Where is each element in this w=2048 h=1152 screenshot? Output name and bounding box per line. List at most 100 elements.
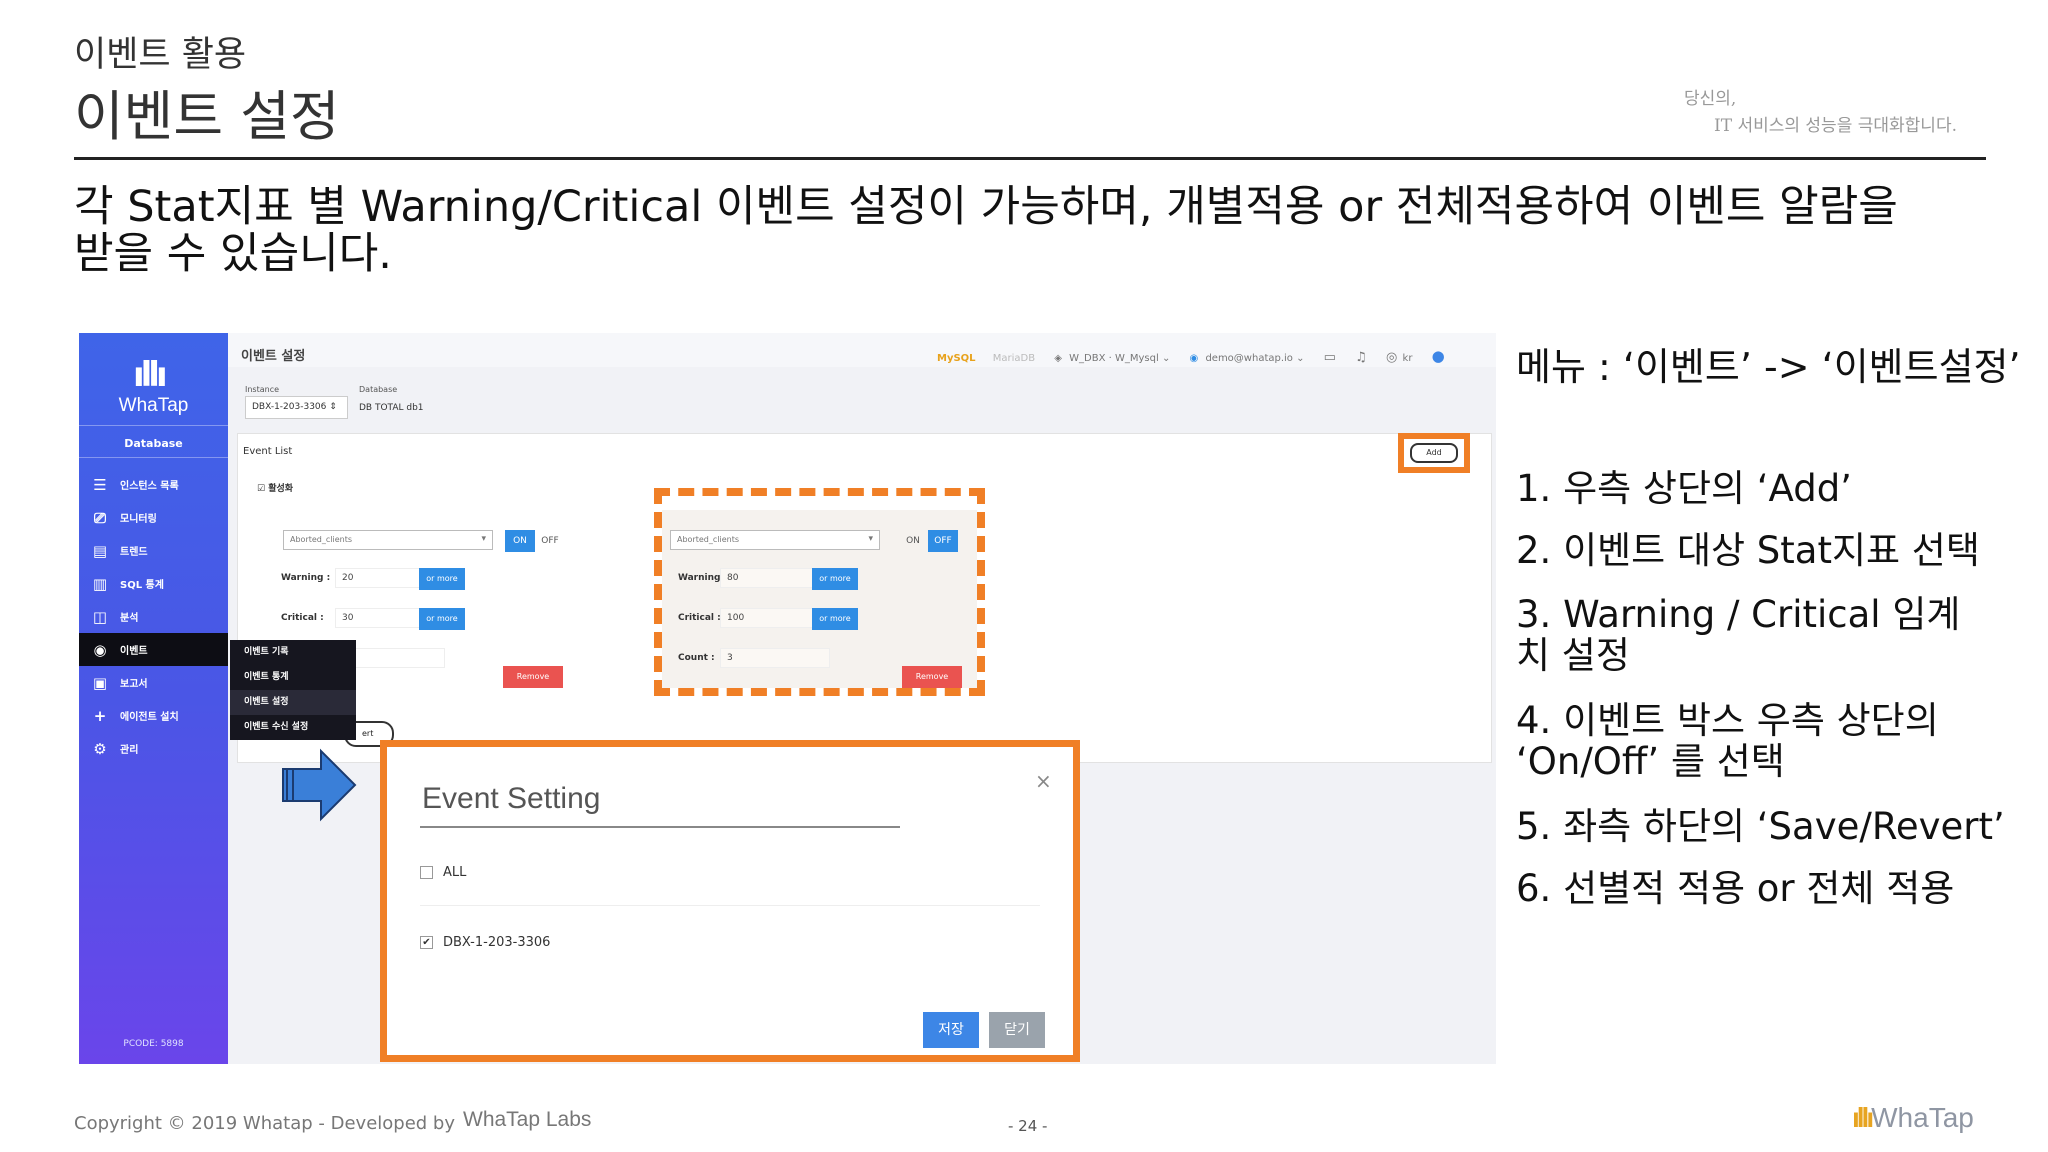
sidebar-item-label: 인스턴스 목록 (120, 481, 179, 492)
event-flyout-menu: 이벤트 기록 이벤트 통계 이벤트 설정 이벤트 수신 설정 (230, 640, 356, 740)
report-icon: ▣ (92, 673, 108, 692)
calendar-icon: ▤ (92, 541, 108, 560)
plus-icon: + (93, 706, 107, 725)
arrow-right-icon (282, 748, 357, 822)
instance-label: Instance (245, 385, 280, 394)
toggle-off[interactable]: OFF (535, 530, 565, 552)
whatap-logo-icon: ıllı (133, 355, 168, 395)
sidebar-item[interactable]: ⎚ 모니터링 (79, 501, 228, 534)
sidebar-logo-text: WhaTap (118, 395, 189, 416)
sidebar-item-label: 보고서 (120, 679, 148, 690)
slide-subtitle: 이벤트 활용 (74, 35, 247, 75)
toggle-on[interactable]: ON (505, 530, 535, 552)
stat-select[interactable]: Aborted_clients (670, 530, 880, 550)
sidebar-item[interactable]: ◫ 분석 (79, 600, 228, 633)
toggle-on[interactable]: ON (898, 530, 928, 552)
menu-path: 메뉴 : ‘이벤트’ -> ‘이벤트설정’ (1516, 345, 2021, 389)
warning-or-more-button[interactable]: or more (419, 568, 465, 590)
sidebar-item-label: 트렌드 (120, 547, 148, 558)
language-label[interactable]: kr (1403, 353, 1413, 364)
instance-checkbox[interactable]: ✔ (420, 936, 433, 949)
tagline: 당신의, IT 서비스의 성능을 극대화합니다. (1684, 86, 1957, 140)
revert-label: ert (362, 729, 374, 738)
gear-icon: ⚙ (93, 739, 107, 758)
flyout-item[interactable]: 이벤트 수신 설정 (230, 715, 356, 740)
description-line-1: 각 Stat지표 별 Warning/Critical 이벤트 설정이 가능하며… (74, 182, 1898, 232)
pcode-label: PCODE: 5898 (123, 1039, 184, 1049)
event-box-right: Aborted_clients ON OFF Warning : 80 or m… (662, 510, 977, 688)
bar-chart-icon: ▥ (92, 574, 108, 593)
sidebar-item[interactable]: ▥ SQL 통계 (79, 567, 228, 600)
project-icon: ◈ (1054, 353, 1062, 364)
tagline-line-2: IT 서비스의 성능을 극대화합니다. (1714, 116, 1957, 136)
copyright: Copyright © 2019 Whatap - Developed by (74, 1113, 456, 1134)
sidebar: ıllı WhaTap Database ☰ 인스턴스 목록 ⎚ 모니터링 ▤ 트렌드 ▥ S… (79, 333, 228, 1064)
flyout-item[interactable]: 이벤트 기록 (230, 640, 356, 665)
footer-logo-text: WhaTap (1871, 1102, 1974, 1133)
sidebar-item[interactable]: ◉ 이벤트 (79, 633, 228, 666)
tagline-line-1: 당신의, (1684, 89, 1737, 109)
active-label: 활성화 (268, 484, 294, 494)
avatar[interactable]: ● (1432, 347, 1445, 365)
modal-separator (420, 905, 1040, 906)
instance-select[interactable]: DBX-1-203-3306 ⇕ (245, 396, 348, 419)
warning-or-more-button[interactable]: or more (812, 568, 858, 590)
step-1: 1. 우측 상단의 ‘Add’ (1516, 467, 1852, 510)
step-5: 5. 좌측 하단의 ‘Save/Revert’ (1516, 805, 2005, 848)
database-value[interactable]: DB TOTAL db1 (359, 403, 424, 413)
active-checkbox[interactable]: ☑ 활성화 (257, 481, 293, 494)
add-button[interactable]: Add (1410, 443, 1458, 463)
save-button[interactable]: 저장 (923, 1012, 979, 1048)
event-icon: ◉ (93, 640, 107, 659)
bell-icon[interactable]: ♫ (1355, 350, 1367, 365)
whatap-logo-icon: ıllı (1852, 1102, 1874, 1133)
remove-button[interactable]: Remove (902, 666, 962, 688)
whatap-labs-logo: WhaTap Labs (463, 1108, 592, 1131)
app-page-title: 이벤트 설정 (241, 349, 306, 364)
sidebar-divider (79, 457, 228, 458)
mysql-logo[interactable]: MySQL (937, 353, 976, 364)
toggle-off[interactable]: OFF (928, 530, 958, 552)
sidebar-item[interactable]: ▤ 트렌드 (79, 534, 228, 567)
slide-title: 이벤트 설정 (74, 85, 340, 148)
sidebar-category[interactable]: Database (79, 437, 228, 450)
sidebar-item[interactable]: ⚙ 관리 (79, 732, 228, 765)
count-input[interactable]: 3 (720, 648, 830, 668)
close-button[interactable]: 닫기 (989, 1012, 1045, 1048)
close-icon[interactable]: × (1035, 769, 1052, 793)
chat-icon[interactable]: ▭ (1324, 350, 1336, 365)
footer-logo: ıllıWhaTap (1852, 1102, 1974, 1134)
user-menu[interactable]: demo@whatap.io ⌄ (1205, 353, 1304, 364)
remove-button[interactable]: Remove (503, 666, 563, 688)
warning-label: Warning : (281, 573, 331, 583)
flyout-item[interactable]: 이벤트 설정 (230, 690, 356, 715)
step-6: 6. 선별적 적용 or 전체 적용 (1516, 867, 1955, 910)
header-toolbar: MySQL MariaDB ◈ W_DBX · W_Mysql ⌄ ◉ demo… (937, 347, 1445, 365)
mariadb-logo[interactable]: MariaDB (993, 353, 1035, 364)
flyout-item[interactable]: 이벤트 통계 (230, 665, 356, 690)
user-icon: ◉ (1189, 353, 1199, 364)
sidebar-item-label: SQL 통계 (120, 580, 164, 591)
monitor-icon: ⎚ (93, 508, 106, 527)
database-label: Database (359, 385, 398, 394)
project-selector[interactable]: W_DBX · W_Mysql ⌄ (1069, 353, 1170, 364)
sidebar-item-label: 모니터링 (120, 514, 157, 525)
step-3: 3. Warning / Critical 임계치 설정 (1516, 593, 1961, 677)
stat-select[interactable]: Aborted_clients (283, 530, 493, 550)
slide-description: 각 Stat지표 별 Warning/Critical 이벤트 설정이 가능하며… (74, 184, 1974, 278)
count-label: Count : (678, 653, 715, 663)
sidebar-divider (79, 425, 228, 426)
sidebar-item-label: 분석 (120, 613, 139, 624)
instance-option-label: DBX-1-203-3306 (443, 935, 551, 950)
instance-option[interactable]: ✔ DBX-1-203-3306 (420, 935, 550, 950)
critical-or-more-button[interactable]: or more (419, 608, 465, 630)
sidebar-item[interactable]: + 에이전트 설치 (79, 699, 228, 732)
critical-or-more-button[interactable]: or more (812, 608, 858, 630)
all-option[interactable]: ALL (420, 865, 466, 880)
all-checkbox[interactable] (420, 866, 433, 879)
header-divider (74, 157, 1986, 160)
sidebar-item[interactable]: ▣ 보고서 (79, 666, 228, 699)
modal-title: Event Setting (422, 782, 601, 815)
globe-icon[interactable]: ◎ (1386, 350, 1397, 365)
sidebar-item[interactable]: ☰ 인스턴스 목록 (79, 468, 228, 501)
